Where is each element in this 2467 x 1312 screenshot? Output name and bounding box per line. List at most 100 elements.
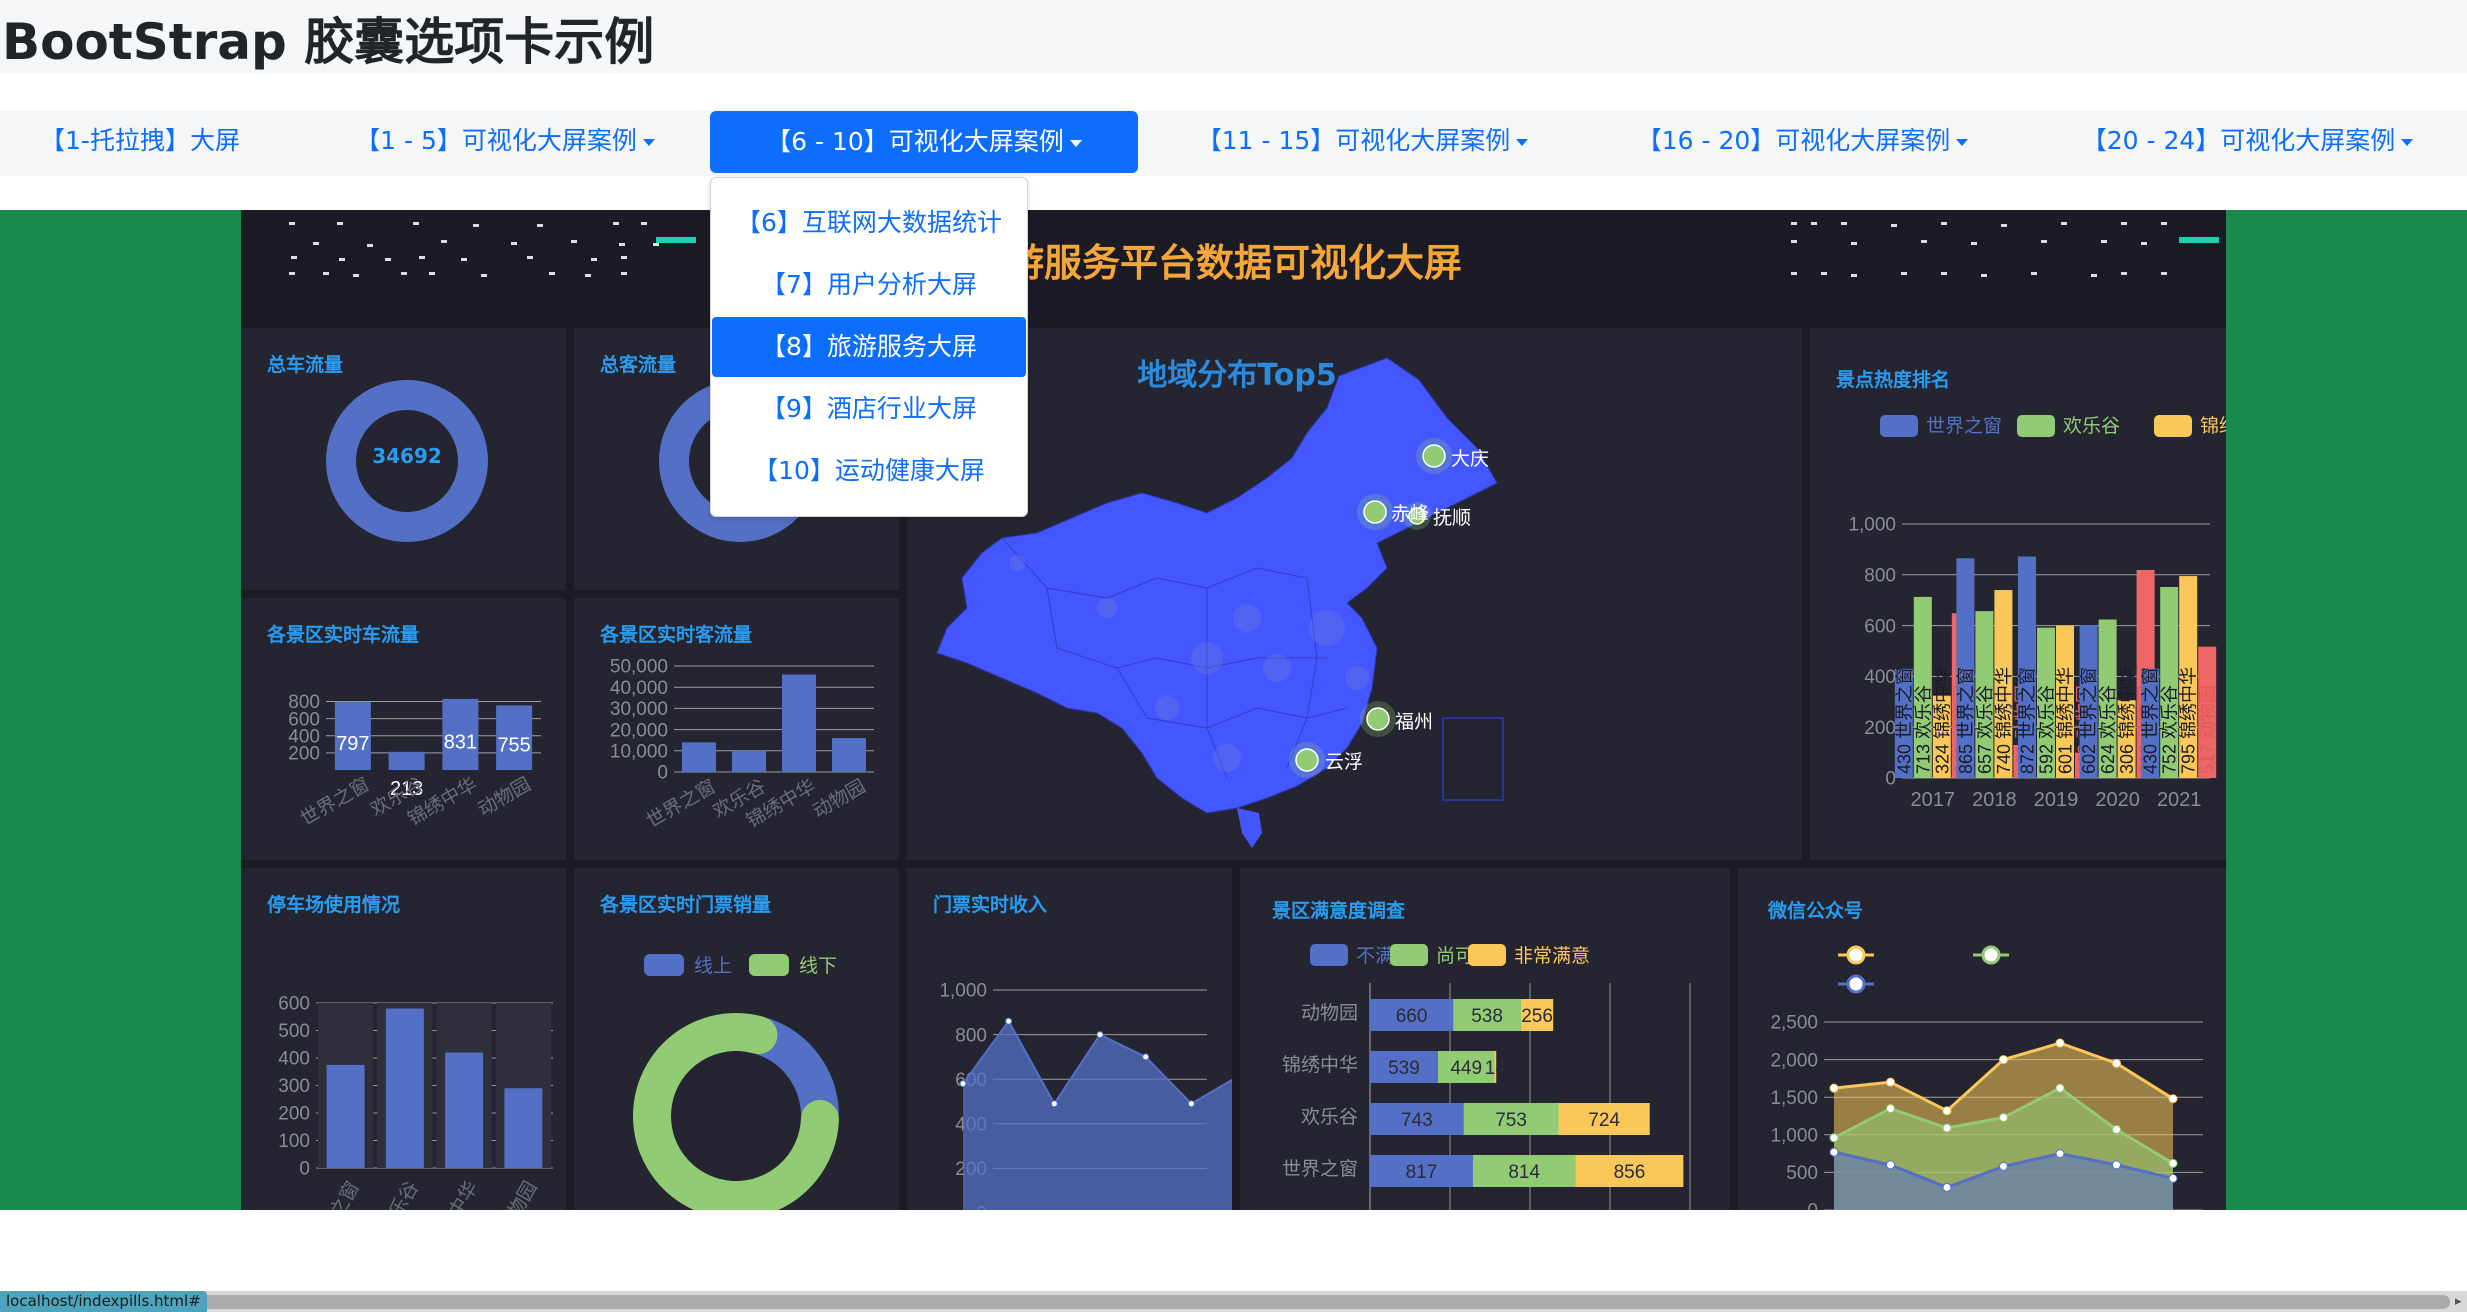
legend-swatch xyxy=(1468,944,1506,966)
dashboard: 游服务平台数据可视化大屏 总车流量 34692 总客流量 各景区实时车流量 20… xyxy=(241,210,2226,1210)
data-label: 430 世界之窗 xyxy=(2141,667,2161,774)
data-point xyxy=(1942,1182,1952,1192)
heat-chart: 世界之窗欢乐谷锦绣中华动物园02004006008001,000430 世界之窗… xyxy=(1848,415,2226,811)
data-point xyxy=(2168,1173,2178,1183)
legend-label: 锦绣中华 xyxy=(2200,415,2226,437)
data-point xyxy=(959,1080,967,1088)
data-point xyxy=(2112,1058,2121,1068)
y-tick-label: 1,000 xyxy=(1848,515,1896,536)
y-tick-label: 600 xyxy=(1864,616,1896,637)
dropdown-item-6[interactable]: 【6】互联网大数据统计 xyxy=(711,193,1027,253)
y-tick-label: 400 xyxy=(1864,667,1896,688)
legend-swatch xyxy=(2017,415,2055,437)
y-tick-label: 欢乐谷 xyxy=(1301,1106,1358,1128)
data-point xyxy=(1005,1017,1013,1025)
legend-label: 世界之窗 xyxy=(1926,415,2002,437)
data-label: 430 世界之窗 xyxy=(1894,667,1914,774)
title-bar: BootStrap 胶囊选项卡示例 xyxy=(0,0,2467,73)
x-tick-label: 2020 xyxy=(2095,789,2140,811)
legend-label: 欢乐谷 xyxy=(2063,415,2120,437)
data-point xyxy=(1829,1083,1839,1093)
data-point xyxy=(1999,1055,2008,1065)
data-point xyxy=(2055,1083,2065,1093)
bar xyxy=(326,1064,365,1168)
x-tick-label: 世界之窗 xyxy=(297,773,374,830)
map-label-daqing: 大庆 xyxy=(1451,448,1490,470)
legend-marker xyxy=(1846,945,1866,965)
scenic-car-chart: 200400600800797213831 755世界之窗欢乐谷锦绣中华动物园 xyxy=(288,692,541,830)
data-label: 856 xyxy=(1614,1162,1646,1183)
nav-pill-1-5[interactable]: 【1 - 5】可视化大屏案例 xyxy=(350,110,660,172)
legend-swatch xyxy=(1390,944,1428,966)
data-label: 624 欢乐谷 xyxy=(2098,685,2118,774)
data-label: 831 xyxy=(444,731,477,753)
legend-label: 非常满意 xyxy=(1514,945,1590,967)
nav-pill-20-24[interactable]: 【20 - 24】可视化大屏案例 xyxy=(2080,110,2415,172)
x-tick-label: 动物园 xyxy=(809,775,869,823)
horizontal-scrollbar[interactable] xyxy=(198,1295,2450,1309)
nav-pill-6-10[interactable]: 【6 - 10】可视化大屏案例 xyxy=(710,111,1138,173)
y-tick-label: 800 xyxy=(1864,565,1896,586)
data-label: 752 欢乐谷 xyxy=(2160,685,2180,774)
dashboard-title: 游服务平台数据可视化大屏 xyxy=(1006,241,1463,285)
data-label: 865 世界之窗 xyxy=(1956,667,1976,774)
data-label: 14 xyxy=(1485,1058,1507,1079)
x-tick-label: 世界之窗 xyxy=(643,775,720,832)
nav-pill-16-20[interactable]: 【16 - 20】可视化大屏案例 xyxy=(1635,110,1970,172)
data-label: 724 xyxy=(1588,1110,1620,1131)
dropdown-item-10[interactable]: 【10】运动健康大屏 xyxy=(711,441,1027,501)
nav-pill-11-15[interactable]: 【11 - 15】可视化大屏案例 xyxy=(1195,110,1530,172)
dropdown-item-7[interactable]: 【7】用户分析大屏 xyxy=(711,255,1027,315)
scroll-right-icon[interactable]: ▸ xyxy=(2455,1294,2462,1309)
data-label: 306 锦绣中华 xyxy=(2117,667,2137,774)
data-label: 743 xyxy=(1401,1110,1433,1131)
y-tick-label: 10,000 xyxy=(610,741,668,762)
data-point xyxy=(2168,1158,2178,1168)
income-chart: 02004006008001,000 xyxy=(939,981,1232,1210)
y-tick-label: 500 xyxy=(1786,1163,1818,1184)
data-label: 449 xyxy=(1450,1058,1482,1079)
y-tick-label: 800 xyxy=(955,1025,987,1046)
x-tick-label: 动物园 xyxy=(474,773,534,821)
y-tick-label: 50,000 xyxy=(610,657,668,678)
y-tick-label: 2,000 xyxy=(1770,1050,1818,1071)
dropdown-item-8[interactable]: 【8】旅游服务大屏 xyxy=(712,317,1026,377)
panel-scenic-car: 各景区实时车流量 200 400 600 800 797 213 831 755 世界之窗 欢乐谷… xyxy=(241,598,566,860)
y-tick-label: 0 xyxy=(657,763,668,784)
bar xyxy=(445,1052,484,1168)
y-tick-label: 200 xyxy=(1864,718,1896,739)
x-tick-label: 动物园 xyxy=(494,1178,542,1211)
data-label: 539 xyxy=(1388,1058,1420,1079)
map-label-chifeng: 赤峰 xyxy=(1391,503,1430,525)
y-tick-label: 30,000 xyxy=(610,699,668,720)
y-tick-label: 40,000 xyxy=(610,678,668,699)
legend-swatch xyxy=(2154,415,2192,437)
x-tick-label: 欢乐谷 xyxy=(376,1178,424,1211)
data-point xyxy=(1050,1100,1058,1108)
data-label: 538 xyxy=(1471,1006,1503,1027)
y-tick-label: 动物园 xyxy=(1301,1002,1358,1024)
data-label: 740 锦绣中华 xyxy=(1994,667,2014,774)
dropdown-item-9[interactable]: 【9】酒店行业大屏 xyxy=(711,379,1027,439)
data-label: 324 锦绣中华 xyxy=(1932,667,1952,774)
nav-pill-drag-screen[interactable]: 【1-托拉拽】大屏 xyxy=(30,110,250,172)
y-tick-label: 300 xyxy=(278,1076,310,1097)
area-fill xyxy=(963,1021,1232,1210)
data-point xyxy=(2112,1125,2121,1135)
data-label: 797 xyxy=(336,733,369,755)
bar xyxy=(504,1088,543,1168)
bar xyxy=(385,1008,424,1168)
legend-marker xyxy=(1846,974,1866,994)
data-point xyxy=(1829,1147,1839,1157)
data-point xyxy=(1096,1031,1104,1039)
satisfaction-chart: 不满意 尚可 非常满意动物园 660 538 256锦绣中华 539 449 14欢乐谷 743 7… xyxy=(1282,944,1691,1210)
data-point xyxy=(1886,1103,1895,1113)
map-label-yunfu: 云浮 xyxy=(1325,751,1364,773)
data-point xyxy=(2055,1149,2065,1159)
chevron-down-icon xyxy=(642,138,655,146)
map-label-fushun: 抚顺 xyxy=(1433,507,1472,529)
legend-marker xyxy=(1981,945,2001,965)
panel-income: 门票实时收入 02004006008001,000 xyxy=(907,868,1232,1210)
data-label: 755 xyxy=(497,735,530,757)
chevron-down-icon xyxy=(1956,138,1969,146)
